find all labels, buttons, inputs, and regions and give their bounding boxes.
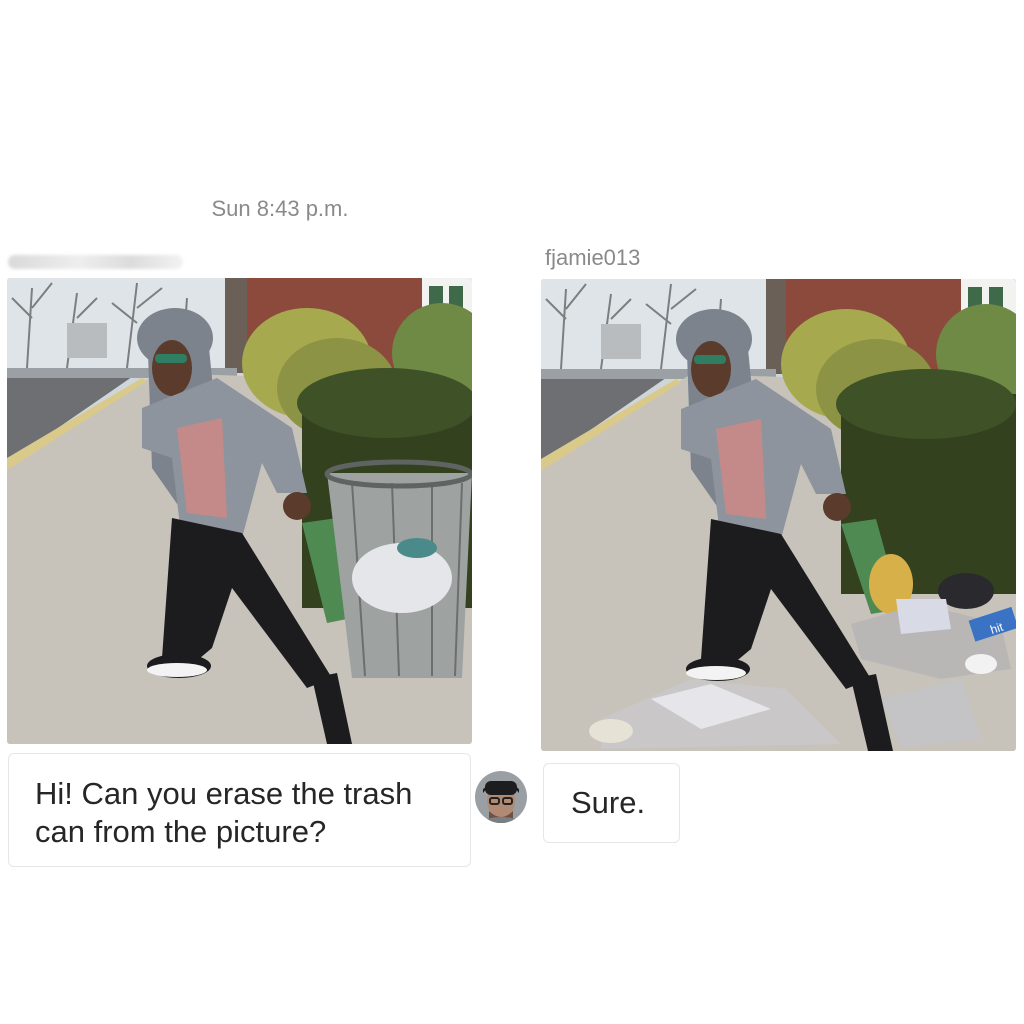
original-photo[interactable] [7, 278, 472, 744]
user-message-bubble[interactable]: Hi! Can you erase the trash can from the… [8, 753, 471, 867]
edited-photo[interactable]: hit [541, 279, 1016, 751]
avatar[interactable] [475, 771, 527, 823]
message-timestamp: Sun 8:43 p.m. [211, 196, 349, 221]
user-message-text: Hi! Can you erase the trash can from the… [35, 776, 413, 849]
reply-username[interactable]: fjamie013 [545, 245, 640, 271]
reply-message-bubble[interactable]: Sure. [543, 763, 680, 843]
reply-message-text: Sure. [571, 785, 646, 820]
blurred-username [8, 255, 183, 269]
